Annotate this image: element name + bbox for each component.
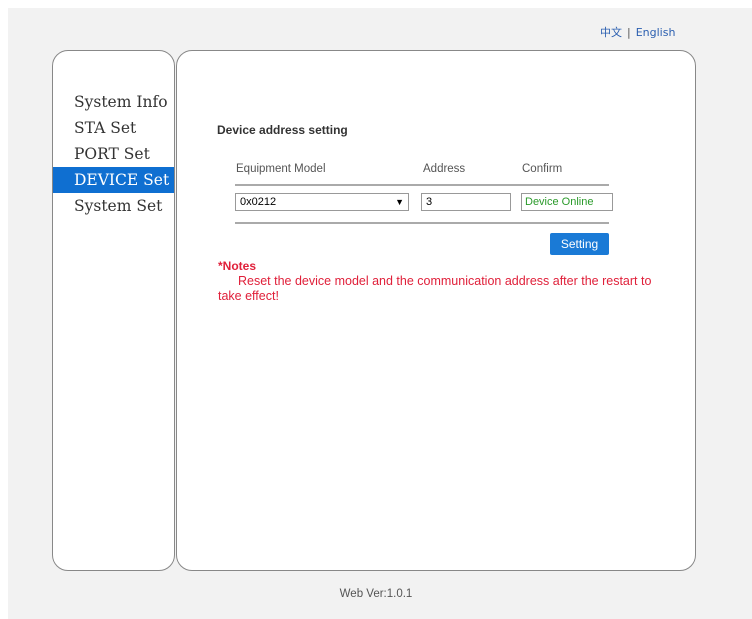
header-address: Address bbox=[423, 163, 466, 175]
language-switch: 中文 | English bbox=[600, 24, 675, 40]
web-version: Web Ver:1.0.1 bbox=[339, 588, 413, 600]
sidebar-item-system-info[interactable]: System Info bbox=[53, 89, 174, 115]
equipment-model-value: 0x0212 bbox=[240, 196, 277, 208]
header-equipment-model: Equipment Model bbox=[236, 163, 326, 175]
equipment-model-select[interactable]: 0x0212 ▼ bbox=[235, 193, 409, 211]
setting-button[interactable]: Setting bbox=[550, 233, 609, 255]
section-title: Device address setting bbox=[217, 123, 348, 137]
device-status-field: Device Online bbox=[521, 193, 613, 211]
address-input[interactable]: 3 bbox=[421, 193, 511, 211]
main-panel: Device address setting Equipment Model A… bbox=[176, 50, 696, 571]
lang-chinese-link[interactable]: 中文 bbox=[600, 26, 622, 39]
row-divider bbox=[235, 222, 609, 224]
sidebar-item-port-set[interactable]: PORT Set bbox=[53, 141, 174, 167]
header-confirm: Confirm bbox=[522, 163, 563, 175]
dropdown-arrow-icon: ▼ bbox=[395, 197, 404, 207]
header-divider bbox=[235, 184, 609, 186]
sidebar-item-sta-set[interactable]: STA Set bbox=[53, 115, 174, 141]
sidebar-menu: System Info STA Set PORT Set DEVICE Set … bbox=[53, 89, 174, 219]
sidebar-item-device-set[interactable]: DEVICE Set bbox=[53, 167, 174, 193]
notes-text: Reset the device model and the communica… bbox=[218, 274, 652, 303]
lang-separator: | bbox=[627, 26, 631, 39]
notes-title: *Notes bbox=[218, 259, 257, 273]
sidebar-item-system-set[interactable]: System Set bbox=[53, 193, 174, 219]
sidebar: System Info STA Set PORT Set DEVICE Set … bbox=[52, 50, 175, 571]
lang-english-link[interactable]: English bbox=[636, 26, 676, 39]
